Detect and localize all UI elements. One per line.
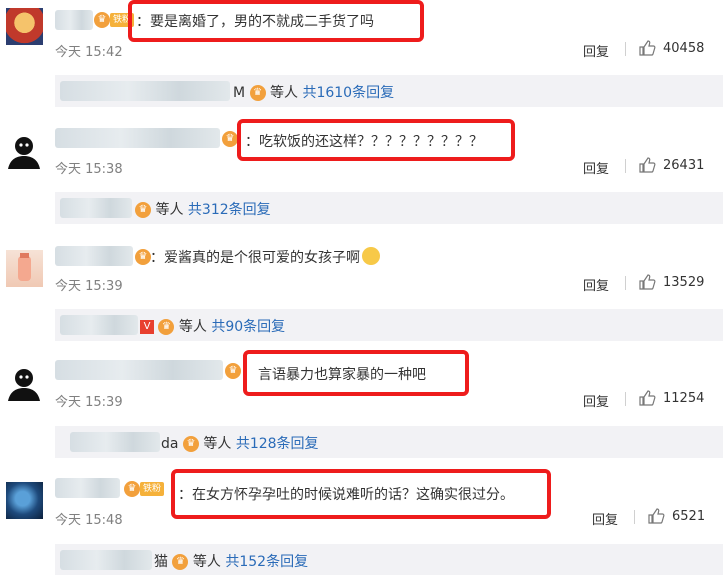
- reply-button[interactable]: 回复: [592, 509, 618, 528]
- crown-badge-icon: ♛: [222, 131, 238, 147]
- comment-item: ♛ ：爱酱真的是个很可爱的女孩子啊 今天 15:39 回复 13529: [0, 238, 723, 318]
- crown-badge-icon: ♛: [135, 249, 151, 265]
- comment-time: 今天 15:39: [55, 279, 123, 294]
- avatar[interactable]: [6, 364, 43, 401]
- reply-button[interactable]: 回复: [583, 275, 609, 294]
- username-tail: 猫: [154, 554, 168, 570]
- sub-reply-bar[interactable]: da ♛ 等人 共128条回复: [55, 426, 723, 458]
- blurred-username: [60, 550, 152, 570]
- comment-item: ♛ 铁粉 ：要是离婚了，男的不就成二手货了吗 今天 15:42 回复 40458: [0, 0, 723, 80]
- blurred-username[interactable]: [55, 478, 120, 498]
- reply-button[interactable]: 回复: [583, 158, 609, 177]
- blurred-username: [60, 81, 230, 101]
- comment-item: ♛ 铁粉 ：在女方怀孕孕吐的时候说难听的话？这确实很过分。 今天 15:48 回…: [0, 466, 723, 546]
- sub-reply-bar[interactable]: M ♛ 等人 共1610条回复: [55, 75, 723, 107]
- divider: [625, 159, 626, 173]
- others-label: 等人: [270, 85, 298, 101]
- avatar[interactable]: [6, 132, 43, 169]
- divider: [625, 42, 626, 56]
- sub-reply-summary: V ♛ 等人 共90条回复: [140, 316, 285, 336]
- blurred-username[interactable]: [55, 360, 223, 380]
- avatar[interactable]: [6, 8, 43, 45]
- thumbs-up-icon[interactable]: [638, 389, 656, 407]
- blurred-username[interactable]: [55, 246, 133, 266]
- username-tail: M: [233, 85, 246, 101]
- comment-time: 今天 15:42: [55, 45, 123, 60]
- comment-text: 言语暴力也算家暴的一种吧: [258, 367, 426, 383]
- comment-time: 今天 15:38: [55, 162, 123, 177]
- avatar[interactable]: [6, 250, 43, 287]
- reply-count-link[interactable]: 共152条回复: [225, 554, 308, 570]
- reply-button[interactable]: 回复: [583, 41, 609, 60]
- reply-count-link[interactable]: 共90条回复: [211, 319, 285, 335]
- comment-text: ：爱酱真的是个很可爱的女孩子啊: [150, 247, 380, 267]
- blurred-username[interactable]: [55, 10, 93, 30]
- comment-time: 今天 15:39: [55, 395, 123, 410]
- divider: [634, 510, 635, 524]
- crown-badge-icon: ♛: [135, 202, 151, 218]
- reply-button[interactable]: 回复: [583, 391, 609, 410]
- crown-badge-icon: ♛: [158, 319, 175, 335]
- crown-badge-icon: ♛: [172, 554, 189, 570]
- like-count: 40458: [663, 41, 705, 56]
- others-label: 等人: [192, 554, 221, 570]
- comment-item: ♛ 言语暴力也算家暴的一种吧 今天 15:39 回复 11254: [0, 350, 723, 430]
- thumbs-up-icon[interactable]: [638, 273, 656, 291]
- crown-badge-icon: ♛: [249, 85, 266, 101]
- reply-count-link[interactable]: 共312条回复: [188, 202, 271, 218]
- sub-reply-bar[interactable]: V ♛ 等人 共90条回复: [55, 309, 723, 341]
- blurred-username[interactable]: [55, 128, 220, 148]
- others-label: 等人: [178, 319, 207, 335]
- divider: [625, 392, 626, 406]
- others-label: 等人: [203, 436, 232, 452]
- crown-badge-icon: ♛: [182, 436, 199, 452]
- thumbs-up-icon[interactable]: [647, 507, 665, 525]
- comment-text: ：在女方怀孕孕吐的时候说难听的话？这确实很过分。: [178, 487, 514, 503]
- sub-reply-summary: 猫 ♛ 等人 共152条回复: [154, 551, 308, 571]
- like-count: 26431: [663, 158, 705, 173]
- reply-count-link[interactable]: 共1610条回复: [302, 85, 394, 101]
- verified-icon: V: [140, 320, 154, 334]
- sub-reply-summary: da ♛ 等人 共128条回复: [161, 433, 319, 453]
- sub-reply-summary: ♛ 等人 共312条回复: [135, 199, 271, 219]
- like-count: 13529: [663, 275, 705, 290]
- comment-time: 今天 15:48: [55, 513, 123, 528]
- sub-reply-bar[interactable]: ♛ 等人 共312条回复: [55, 192, 723, 224]
- username-tail: da: [161, 436, 179, 452]
- thumbs-up-icon[interactable]: [638, 156, 656, 174]
- like-count: 6521: [672, 509, 706, 524]
- blurred-username: [60, 315, 138, 335]
- crown-badge-icon: ♛: [124, 481, 140, 497]
- sub-reply-bar[interactable]: 猫 ♛ 等人 共152条回复: [55, 544, 723, 575]
- thumbs-up-icon[interactable]: [638, 39, 656, 57]
- pleading-face-icon: [362, 247, 380, 265]
- like-count: 11254: [663, 391, 705, 406]
- others-label: 等人: [155, 202, 184, 218]
- comment-item: ♛ ：吃软饭的还这样？？？？？？？？？ 今天 15:38 回复 26431: [0, 118, 723, 198]
- comment-text: ：吃软饭的还这样？？？？？？？？？: [245, 134, 483, 150]
- crown-badge-icon: ♛: [225, 363, 241, 379]
- fan-badge: 铁粉: [140, 482, 165, 496]
- crown-badge-icon: ♛: [94, 12, 110, 28]
- sub-reply-summary: M ♛ 等人 共1610条回复: [233, 82, 394, 102]
- divider: [625, 276, 626, 290]
- blurred-username: [70, 432, 160, 452]
- reply-count-link[interactable]: 共128条回复: [236, 436, 319, 452]
- comment-text: ：要是离婚了，男的不就成二手货了吗: [136, 14, 374, 30]
- avatar[interactable]: [6, 482, 43, 519]
- blurred-username: [60, 198, 132, 218]
